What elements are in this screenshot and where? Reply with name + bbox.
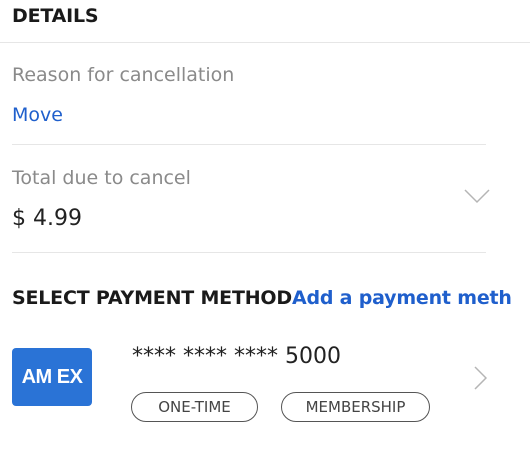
tag-one-time: ONE-TIME — [131, 392, 258, 422]
reason-divider — [12, 144, 486, 145]
reason-value[interactable]: Move — [12, 104, 63, 126]
details-header: DETAILS — [12, 5, 99, 27]
payment-method-header: SELECT PAYMENT METHOD — [12, 287, 292, 309]
amex-logo: AM EX — [12, 348, 92, 406]
payment-card-row[interactable]: AM EX **** **** **** 5000 ONE-TIME MEMBE… — [0, 340, 530, 430]
total-value: $ 4.99 — [12, 206, 82, 231]
chevron-down-icon[interactable] — [464, 188, 490, 204]
add-payment-method-link[interactable]: Add a payment meth — [292, 287, 512, 309]
details-divider — [0, 42, 530, 43]
reason-label: Reason for cancellation — [12, 64, 235, 86]
tag-membership: MEMBERSHIP — [281, 392, 430, 422]
total-divider — [12, 252, 486, 253]
payment-header-row: SELECT PAYMENT METHODAdd a payment meth — [12, 287, 530, 313]
chevron-right-icon[interactable] — [473, 366, 487, 390]
card-number: **** **** **** 5000 — [132, 344, 341, 369]
total-label: Total due to cancel — [12, 167, 191, 189]
